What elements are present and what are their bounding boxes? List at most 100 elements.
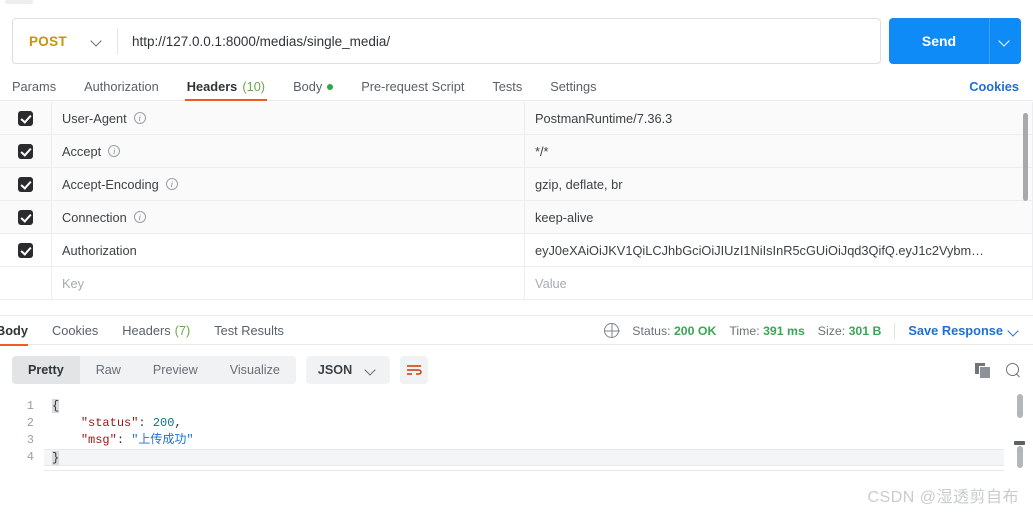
info-icon[interactable]: i <box>133 112 146 124</box>
view-mode-preview[interactable]: Preview <box>137 356 214 384</box>
table-row[interactable]: Connection i keep-alive <box>0 201 1033 234</box>
response-tab-cookies[interactable]: Cookies <box>40 316 110 345</box>
header-value-cell[interactable]: */* <box>525 135 1033 167</box>
header-value-cell[interactable]: keep-alive <box>525 201 1033 233</box>
json-comma: , <box>174 416 182 430</box>
tab-settings[interactable]: Settings <box>536 73 610 100</box>
view-mode-raw[interactable]: Raw <box>80 356 137 384</box>
header-key-cell[interactable]: Connection i <box>52 201 525 233</box>
view-mode-pretty[interactable]: Pretty <box>12 356 80 384</box>
header-key-cell[interactable]: Accept-Encoding i <box>52 168 525 200</box>
tab-label: Cookies <box>52 323 99 338</box>
view-mode-segmented: Pretty Raw Preview Visualize <box>12 356 296 384</box>
response-tab-headers[interactable]: Headers (7) <box>110 316 202 345</box>
row-enable-cell <box>0 135 52 167</box>
json-colon: : <box>116 433 132 447</box>
divider <box>44 470 1004 471</box>
tab-headers[interactable]: Headers (10) <box>173 73 279 101</box>
response-tab-body[interactable]: Body <box>0 316 40 346</box>
line-number-gutter: 1 2 3 4 <box>0 390 44 478</box>
time-value: 391 ms <box>763 323 805 338</box>
row-checkbox[interactable] <box>18 242 33 258</box>
response-body-toolbar: Pretty Raw Preview Visualize JSON <box>0 352 1033 388</box>
row-checkbox[interactable] <box>18 176 33 192</box>
tab-pre-request-script[interactable]: Pre-request Script <box>347 73 478 100</box>
header-key-text: Accept <box>62 143 102 159</box>
tab-params[interactable]: Params <box>0 73 70 100</box>
view-mode-visualize[interactable]: Visualize <box>214 356 296 384</box>
time-group: Time: 391 ms <box>729 324 804 338</box>
tab-count: (10) <box>242 79 266 94</box>
divider <box>894 322 896 339</box>
json-close-brace: } <box>52 451 60 465</box>
tab-body[interactable]: Body <box>279 73 347 100</box>
row-checkbox[interactable] <box>18 143 33 159</box>
tab-label: Params <box>12 79 57 94</box>
body-scrollbar-thumb-lower[interactable] <box>1017 446 1023 468</box>
header-key-cell[interactable]: Accept i <box>52 135 525 167</box>
json-colon: : <box>138 416 153 430</box>
url-input[interactable]: http://127.0.0.1:8000/medias/single_medi… <box>118 19 880 63</box>
row-checkbox[interactable] <box>18 110 33 126</box>
send-options-button[interactable] <box>989 18 1021 64</box>
code-line: "msg": "上传成功" <box>52 432 1033 449</box>
table-row[interactable]: Authorization eyJ0eXAiOiJKV1QiLCJhbGciOi… <box>0 234 1033 267</box>
table-row[interactable]: Accept i */* <box>0 135 1033 168</box>
tab-authorization[interactable]: Authorization <box>70 73 173 100</box>
size-label: Size: <box>817 323 846 338</box>
line-number: 4 <box>26 450 34 464</box>
row-enable-cell <box>0 234 52 266</box>
tab-count: (7) <box>174 323 191 338</box>
json-string-value: "上传成功" <box>131 433 194 447</box>
size-value: 301 B <box>848 323 882 338</box>
table-row[interactable]: User-Agent i PostmanRuntime/7.36.3 <box>0 102 1033 135</box>
header-value-cell[interactable]: eyJ0eXAiOiJKV1QiLCJhbGciOiJIUzI1NiIsInR5… <box>525 234 1033 266</box>
json-number-value: 200 <box>152 416 175 430</box>
window-chrome-fragment <box>5 0 33 4</box>
tab-label: Headers <box>122 323 171 338</box>
response-tab-test-results[interactable]: Test Results <box>202 316 296 345</box>
tab-tests[interactable]: Tests <box>478 73 536 100</box>
header-key-cell[interactable]: User-Agent i <box>52 102 525 134</box>
info-icon[interactable]: i <box>165 178 178 190</box>
response-meta: Status: 200 OK Time: 391 ms Size: 301 B … <box>604 316 1033 345</box>
line-number: 2 <box>26 416 34 430</box>
table-row-new[interactable]: Key Value <box>0 267 1033 300</box>
response-tabs: Body Cookies Headers (7) Test Results St… <box>0 315 1033 346</box>
body-modified-dot-icon <box>327 83 334 90</box>
save-response-label: Save Response <box>908 323 1003 338</box>
request-url-bar: POST http://127.0.0.1:8000/medias/single… <box>12 18 1021 64</box>
url-input-group: POST http://127.0.0.1:8000/medias/single… <box>12 18 881 64</box>
row-checkbox[interactable] <box>18 209 33 225</box>
copy-icon[interactable] <box>975 362 991 379</box>
wrap-lines-button[interactable] <box>400 356 429 384</box>
body-scrollbar-thumb[interactable] <box>1017 394 1023 418</box>
json-code[interactable]: { "status": 200, "msg": "上传成功" } <box>44 390 1033 478</box>
header-value-cell[interactable]: PostmanRuntime/7.36.3 <box>525 102 1033 134</box>
tab-label: Tests <box>492 79 523 94</box>
size-group: Size: 301 B <box>818 324 882 338</box>
response-format-dropdown[interactable]: JSON <box>305 356 391 384</box>
tab-label: Body <box>0 323 28 338</box>
tab-label: Headers <box>186 79 238 94</box>
header-value-cell[interactable]: gzip, deflate, br <box>525 168 1033 200</box>
request-tabs: Params Authorization Headers (10) Body P… <box>0 73 1033 101</box>
header-key-text: User-Agent <box>62 110 127 126</box>
send-button[interactable]: Send <box>889 18 989 64</box>
code-line: { <box>52 398 1033 415</box>
cookies-link[interactable]: Cookies <box>969 73 1033 100</box>
response-body-viewer: 1 2 3 4 { "status": 200, "msg": "上传成功" } <box>0 390 1033 478</box>
save-response-button[interactable]: Save Response <box>908 323 1021 338</box>
http-method-dropdown[interactable]: POST <box>13 19 117 63</box>
watermark: CSDN @湿透剪自布 <box>867 489 1019 506</box>
header-key-cell[interactable]: Authorization <box>52 234 525 266</box>
table-row[interactable]: Accept-Encoding i gzip, deflate, br <box>0 168 1033 201</box>
info-icon[interactable]: i <box>133 211 146 223</box>
headers-scrollbar[interactable] <box>1023 113 1028 201</box>
header-key-text: Connection <box>62 209 127 225</box>
new-key-input[interactable]: Key <box>52 267 525 299</box>
search-icon[interactable] <box>1006 362 1021 378</box>
new-value-input[interactable]: Value <box>525 267 1033 299</box>
info-icon[interactable]: i <box>108 145 121 157</box>
